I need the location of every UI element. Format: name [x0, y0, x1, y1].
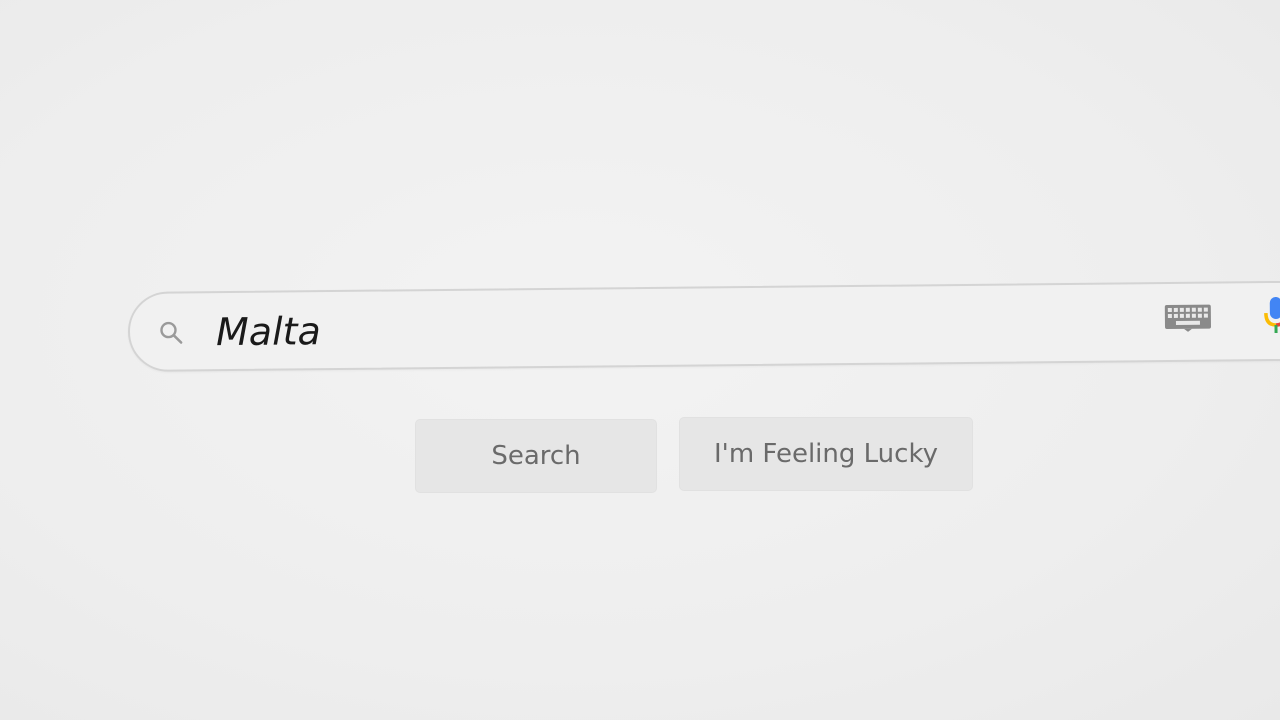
- search-button[interactable]: Search: [416, 420, 656, 492]
- search-icon: [158, 319, 184, 345]
- microphone-icon[interactable]: [1264, 296, 1280, 335]
- search-box[interactable]: [127, 280, 1280, 372]
- feeling-lucky-button[interactable]: I'm Feeling Lucky: [680, 418, 972, 490]
- search-input[interactable]: [215, 296, 1117, 360]
- keyboard-icon[interactable]: [1164, 304, 1212, 332]
- page: Search I'm Feeling Lucky: [0, 0, 1280, 720]
